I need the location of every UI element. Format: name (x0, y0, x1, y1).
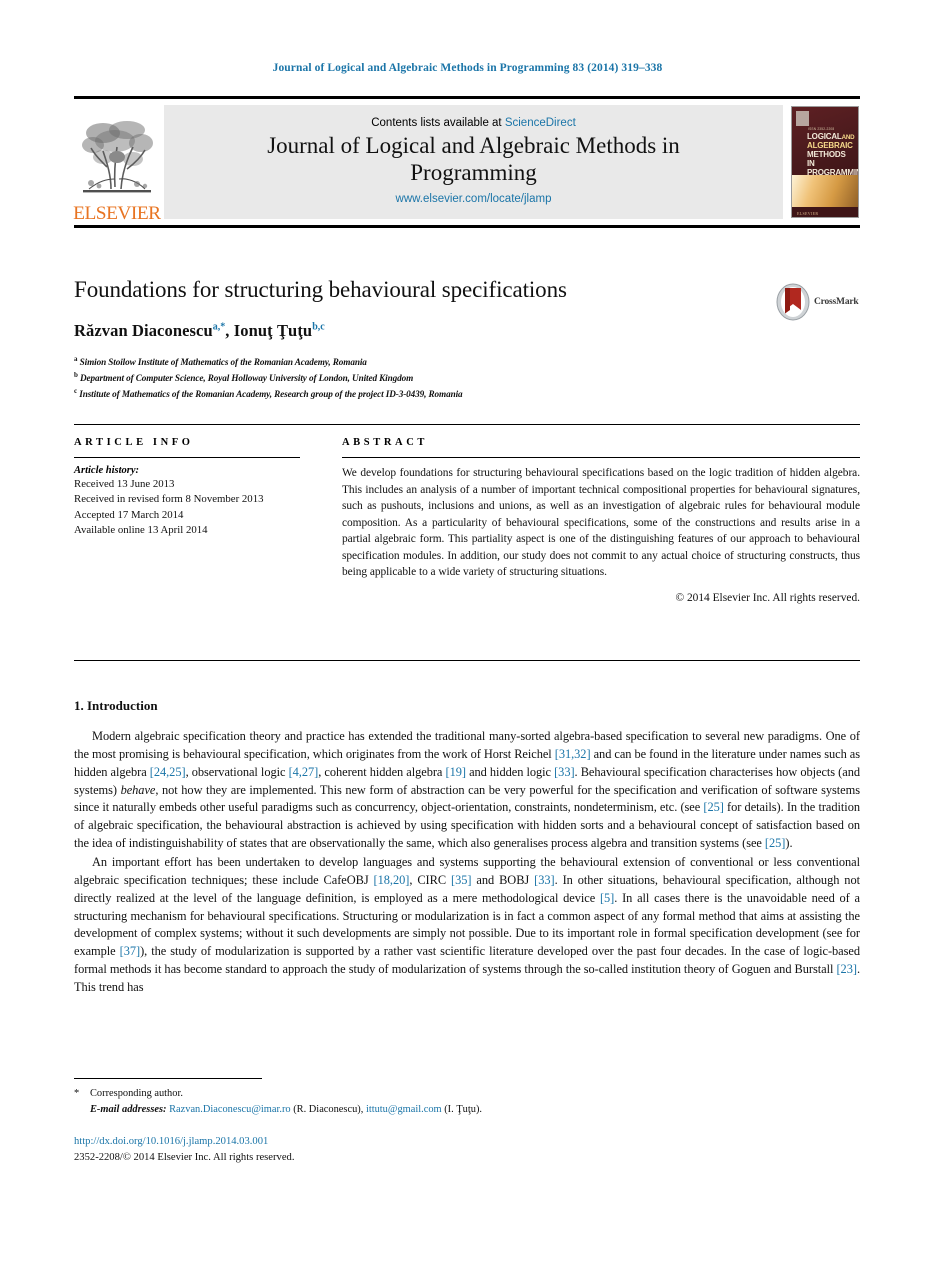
history-item: Available online 13 April 2014 (74, 523, 208, 536)
contents-available-line: Contents lists available at ScienceDirec… (371, 117, 576, 129)
cover-title-line1: LOGICAL (807, 132, 842, 141)
corresponding-author-text: Corresponding author. (90, 1088, 183, 1099)
crossmark-badge[interactable]: CrossMark (776, 282, 860, 322)
citation-link[interactable]: [18,20] (374, 873, 410, 887)
elsevier-logo: ELSEVIER (73, 99, 161, 225)
article-info-heading: ARTICLE INFO (74, 437, 194, 448)
crossmark-icon (776, 283, 810, 321)
cover-title-line3: METHODS IN (807, 149, 846, 168)
body-paragraph: An important effort has been undertaken … (74, 855, 860, 995)
affiliation-text: Department of Computer Science, Royal Ho… (80, 372, 414, 383)
email-owner-1: (R. Diaconescu) (293, 1103, 361, 1115)
email-link-1[interactable]: Razvan.Diaconescu@imar.ro (169, 1104, 291, 1115)
journal-homepage-link[interactable]: www.elsevier.com/locate/jlamp (396, 193, 552, 205)
affiliation-mark: b (74, 370, 78, 379)
paper-page: Journal of Logical and Algebraic Methods… (0, 0, 935, 1266)
author-marks-2: b,c (312, 321, 325, 333)
elsevier-tree-icon (82, 121, 153, 193)
affiliation-mark: c (74, 386, 78, 395)
abstract-copyright: © 2014 Elsevier Inc. All rights reserved… (675, 591, 860, 604)
cover-title-line2: ALGEBRAIC (807, 140, 853, 150)
affiliation-item: a Simion Stoilow Institute of Mathematic… (74, 354, 860, 370)
article-title-block: Foundations for structuring behavioural … (74, 276, 860, 402)
running-head: Journal of Logical and Algebraic Methods… (272, 62, 663, 74)
footnote-block: * Corresponding author. E-mail addresses:… (74, 1086, 774, 1117)
body-content: 1. Introduction Modern algebraic specifi… (74, 698, 860, 998)
abstract-heading: ABSTRACT (342, 437, 428, 448)
section-title: Introduction (87, 698, 158, 713)
citation-link[interactable]: [5] (600, 891, 614, 905)
citation-link[interactable]: [25] (703, 800, 724, 814)
email-note: E-mail addresses: Razvan.Diaconescu@imar… (90, 1103, 483, 1115)
footnote-divider (74, 1078, 262, 1079)
journal-masthead: ELSEVIER Contents lists available at Sci… (73, 96, 860, 228)
affiliation-item: c Institute of Mathematics of the Romani… (74, 386, 860, 402)
journal-cover-thumbnail[interactable]: ISSN 2352-2208 LOGICALAND ALGEBRAIC METH… (791, 106, 859, 218)
citation-link[interactable]: [37] (120, 944, 141, 958)
author-name-2: Ionuţ Ţuţu (233, 320, 313, 340)
abstract-section: ABSTRACT We develop foundations for stru… (342, 437, 860, 604)
citation-link[interactable]: [33] (554, 765, 575, 779)
sciencedirect-link[interactable]: ScienceDirect (505, 117, 576, 129)
corresponding-author-note: * Corresponding author. (74, 1086, 774, 1102)
citation-link[interactable]: [4,27] (289, 765, 319, 779)
cover-title-line4: PROGRAMMING (807, 167, 858, 177)
corresponding-author-mark: * (74, 1088, 80, 1099)
abstract-rule (342, 457, 860, 458)
divider-below-abstract (74, 660, 860, 661)
affiliation-mark: a (74, 354, 78, 363)
citation-link[interactable]: [35] (451, 873, 472, 887)
history-item: Accepted 17 March 2014 (74, 508, 184, 521)
citation-link[interactable]: [33] (534, 873, 555, 887)
article-info-section: ARTICLE INFO Article history: Received 1… (74, 437, 300, 538)
elsevier-wordmark: ELSEVIER (73, 203, 161, 224)
citation-link[interactable]: [25] (765, 836, 786, 850)
cover-title-and: AND (841, 134, 855, 141)
author-list: Răzvan Diaconescua,*, Ionuţ Ţuţub,c (74, 321, 860, 341)
author-separator: , (225, 320, 234, 340)
section-number: 1. (74, 698, 84, 713)
article-info-rule (74, 457, 300, 458)
issn-copyright-line: 2352-2208/© 2014 Elsevier Inc. All right… (74, 1151, 295, 1163)
footer-identifiers: http://dx.doi.org/10.1016/j.jlamp.2014.0… (74, 1134, 294, 1166)
affiliation-item: b Department of Computer Science, Royal … (74, 370, 860, 386)
cover-title: LOGICALAND ALGEBRAIC METHODS IN PROGRAMM… (807, 132, 858, 178)
emphasis-text: behave (120, 782, 156, 797)
author-name-1: Răzvan Diaconescu (74, 320, 213, 340)
email-link-2[interactable]: ittutu@gmail.com (366, 1104, 442, 1115)
contents-prefix: Contents lists available at (371, 117, 502, 130)
divider-above-abstract (74, 424, 860, 425)
abstract-text: We develop foundations for structuring b… (342, 467, 860, 579)
journal-title: Journal of Logical and Algebraic Methods… (267, 133, 680, 185)
email-owner-2: (I. Ţuţu) (444, 1103, 480, 1115)
history-item: Received 13 June 2013 (74, 478, 175, 490)
cover-kicker: ISSN 2352-2208 (808, 127, 835, 131)
affiliation-list: a Simion Stoilow Institute of Mathematic… (74, 354, 860, 402)
affiliation-text: Simion Stoilow Institute of Mathematics … (79, 356, 367, 367)
page-title: Foundations for structuring behavioural … (74, 277, 567, 302)
body-paragraph: Modern algebraic specification theory an… (74, 729, 860, 851)
history-item: Received in revised form 8 November 2013 (74, 493, 264, 506)
cover-elsevier-mark-icon (796, 111, 809, 126)
email-addresses-label: E-mail addresses: (90, 1103, 167, 1115)
journal-band: Contents lists available at ScienceDirec… (164, 105, 783, 219)
affiliation-text: Institute of Mathematics of the Romanian… (79, 388, 463, 399)
author-marks-1: a,* (212, 321, 226, 333)
crossmark-label: CrossMark (814, 297, 859, 307)
doi-link[interactable]: http://dx.doi.org/10.1016/j.jlamp.2014.0… (74, 1134, 294, 1150)
cover-publisher-word: ELSEVIER (797, 211, 819, 216)
section-heading-introduction: 1. Introduction (74, 698, 860, 714)
citation-link[interactable]: [19] (446, 765, 467, 779)
citation-link[interactable]: [24,25] (150, 765, 186, 779)
citation-link[interactable]: [23] (836, 962, 857, 976)
citation-link[interactable]: [31,32] (555, 747, 591, 761)
article-history-label: Article history: (74, 465, 140, 476)
